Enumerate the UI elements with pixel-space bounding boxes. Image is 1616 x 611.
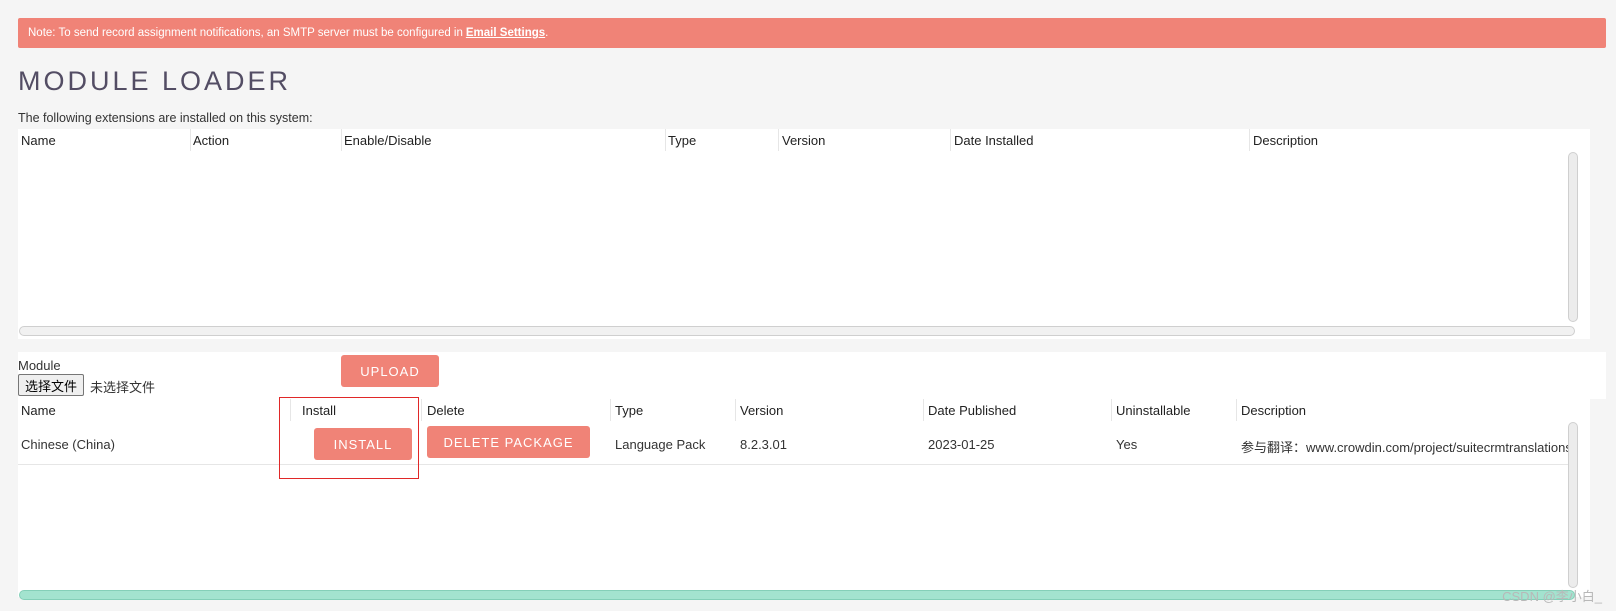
csdn-watermark: CSDN @李小白_ (1502, 589, 1602, 604)
smtp-notice-banner: Note: To send record assignment notifica… (18, 18, 1606, 48)
installed-extensions-subtitle: The following extensions are installed o… (18, 111, 313, 125)
col-header-name: Name (21, 403, 56, 418)
col-header-description: Description (1241, 403, 1307, 418)
column-divider (341, 129, 342, 151)
packages-table-header: Name Install Delete Type Version Date Pu… (18, 399, 1590, 421)
col-header-type: Type (615, 403, 644, 418)
column-divider (610, 399, 611, 421)
email-settings-link[interactable]: Email Settings (466, 27, 545, 39)
col-header-name: Name (21, 133, 56, 148)
col-header-action: Action (193, 133, 230, 148)
module-upload-area: Module 选择文件 未选择文件 UPLOAD (18, 352, 1606, 399)
col-header-version: Version (782, 133, 826, 148)
choose-file-button[interactable]: 选择文件 (18, 374, 85, 396)
column-divider (735, 399, 736, 421)
notice-suffix: . (545, 27, 549, 39)
column-divider (665, 129, 666, 151)
column-divider (1236, 399, 1237, 421)
col-header-date-installed: Date Installed (954, 133, 1034, 148)
package-version: 8.2.3.01 (740, 437, 787, 452)
row-divider (18, 464, 1570, 465)
package-description: 参与翻译：www.crowdin.com/project/suitecrmtra… (1241, 440, 1571, 455)
installed-table-horizontal-scrollbar[interactable] (19, 326, 1575, 336)
package-name: Chinese (China) (21, 437, 115, 452)
column-divider (778, 129, 779, 151)
packages-table-vertical-scrollbar[interactable] (1568, 422, 1578, 588)
module-label: Module (18, 358, 61, 373)
installed-table-header: Name Action Enable/Disable Type Version … (18, 129, 1590, 151)
page-title: MODULE LOADER (18, 66, 292, 96)
installed-table-vertical-scrollbar[interactable] (1568, 152, 1578, 322)
col-header-description: Description (1253, 133, 1319, 148)
col-header-delete: Delete (427, 403, 465, 418)
packages-table: Name Install Delete Type Version Date Pu… (18, 399, 1590, 600)
col-header-type: Type (668, 133, 697, 148)
col-header-date-published: Date Published (928, 403, 1017, 418)
column-divider (1249, 129, 1250, 151)
col-header-uninstallable: Uninstallable (1116, 403, 1191, 418)
column-divider (950, 129, 951, 151)
col-header-version: Version (740, 403, 784, 418)
package-uninstallable: Yes (1116, 437, 1138, 452)
packages-table-horizontal-scrollbar[interactable] (19, 590, 1575, 600)
install-highlight-box (279, 397, 419, 479)
delete-package-button[interactable]: DELETE PACKAGE (427, 426, 590, 458)
column-divider (190, 129, 191, 151)
notice-text: Note: To send record assignment notifica… (28, 27, 463, 39)
no-file-selected-text: 未选择文件 (90, 380, 156, 395)
upload-button[interactable]: UPLOAD (341, 355, 439, 387)
col-header-enable-disable: Enable/Disable (344, 133, 432, 148)
installed-extensions-table: Name Action Enable/Disable Type Version … (18, 129, 1590, 339)
package-date-published: 2023-01-25 (928, 437, 995, 452)
column-divider (421, 399, 422, 421)
column-divider (1111, 399, 1112, 421)
package-type: Language Pack (615, 437, 706, 452)
column-divider (923, 399, 924, 421)
